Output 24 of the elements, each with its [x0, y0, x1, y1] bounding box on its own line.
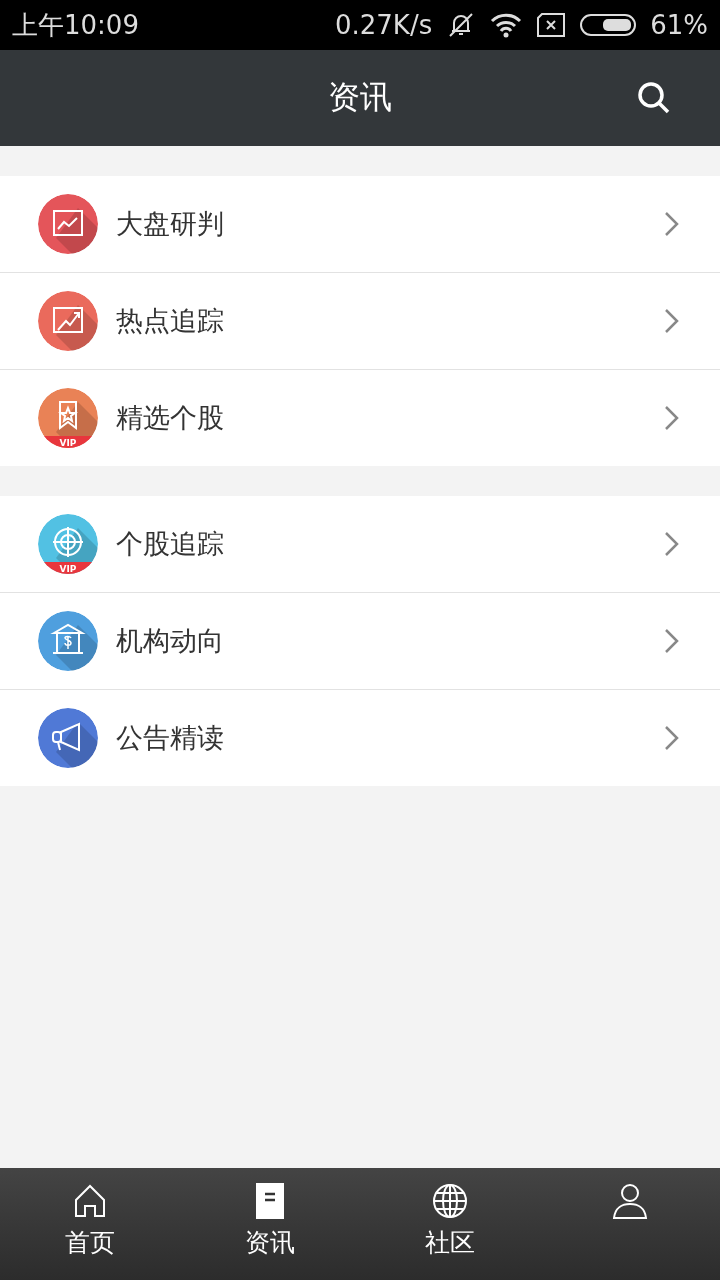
battery-icon — [580, 13, 637, 37]
list-item-label[interactable]: 热点追踪 — [116, 303, 646, 339]
battery-percent: 61% — [650, 10, 708, 40]
chevron-icon — [664, 628, 680, 654]
tab-bar-item[interactable]: 社区 — [360, 1168, 540, 1280]
chevron-icon — [664, 211, 680, 237]
list-item-label[interactable]: 机构动向 — [116, 623, 646, 659]
list-item-label[interactable]: 大盘研判 — [116, 206, 646, 242]
list-item-label[interactable]: 个股追踪 — [116, 526, 646, 562]
list-item-label[interactable]: 公告精读 — [116, 720, 646, 756]
tab-bar-item[interactable]: 资讯 — [180, 1168, 360, 1280]
tab-bar-item[interactable]: 首页 — [0, 1168, 180, 1280]
list-item-label[interactable]: 精选个股 — [116, 400, 646, 436]
list-item-icon: VIP — [38, 514, 98, 574]
chevron-icon — [664, 531, 680, 557]
list-item-icon: VIP — [38, 388, 98, 448]
page-title: 资讯 — [328, 77, 392, 118]
network-speed: 0.27K/s — [334, 10, 433, 40]
chevron-icon — [664, 308, 680, 334]
no-sim-icon — [536, 12, 567, 38]
wifi-icon — [490, 12, 523, 38]
status-time: 上午10:09 — [12, 8, 139, 42]
chevron-icon — [664, 725, 680, 751]
chevron-icon — [664, 405, 680, 431]
